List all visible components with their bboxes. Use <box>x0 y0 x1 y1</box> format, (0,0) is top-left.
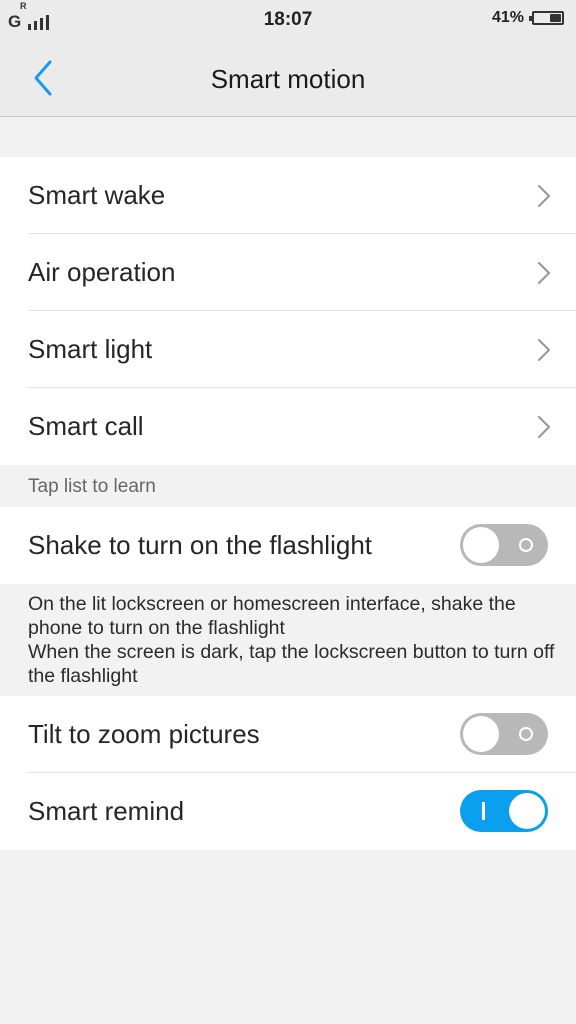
smart-remind-label: Smart remind <box>28 796 185 826</box>
menu-item-smart-call[interactable]: Smart call <box>0 388 576 465</box>
flashlight-label: Shake to turn on the flashlight <box>28 530 373 560</box>
chevron-right-icon <box>537 261 551 285</box>
battery-percent: 41% <box>491 9 524 26</box>
page-title: Smart motion <box>210 64 366 94</box>
section-hint: Tap list to learn <box>28 476 156 497</box>
tilt-zoom-label: Tilt to zoom pictures <box>28 719 260 749</box>
menu-item-air-operation[interactable]: Air operation <box>0 234 576 311</box>
toggle-knob <box>463 527 499 563</box>
status-time: 18:07 <box>263 9 313 30</box>
battery-icon <box>529 11 564 25</box>
toggle-knob <box>463 716 499 752</box>
menu-item-smart-light[interactable]: Smart light <box>0 311 576 388</box>
toggle-mark-icon <box>519 538 533 552</box>
flashlight-toggle[interactable] <box>460 524 548 566</box>
menu-item-label: Smart call <box>28 411 144 441</box>
flashlight-description: On the lit lockscreen or homescreen inte… <box>28 593 555 687</box>
battery-fill <box>550 14 561 22</box>
menu-item-label: Smart light <box>28 334 153 364</box>
flashlight-setting: Shake to turn on the flashlight <box>0 507 576 584</box>
title-bar: Smart motion <box>0 40 576 117</box>
battery-status: 41% <box>492 9 564 27</box>
flashlight-row[interactable]: Shake to turn on the flashlight <box>0 507 576 584</box>
menu-item-label: Smart wake <box>28 180 166 210</box>
tilt-zoom-row[interactable]: Tilt to zoom pictures <box>0 696 576 773</box>
tilt-zoom-toggle[interactable] <box>460 713 548 755</box>
toggle-knob <box>509 793 545 829</box>
smart-remind-toggle[interactable] <box>460 790 548 832</box>
smart-motion-menu: Smart wake Air operation Smart light Sma… <box>0 157 576 465</box>
toggle-mark-icon <box>519 727 533 741</box>
toggle-mark-icon <box>482 802 485 820</box>
smart-remind-row[interactable]: Smart remind <box>0 773 576 850</box>
menu-item-label: Air operation <box>28 257 176 287</box>
motion-toggles: Tilt to zoom pictures Smart remind <box>0 696 576 850</box>
chevron-right-icon <box>537 338 551 362</box>
chevron-right-icon <box>537 415 551 439</box>
chevron-right-icon <box>537 184 551 208</box>
menu-item-smart-wake[interactable]: Smart wake <box>0 157 576 234</box>
status-bar: G R 18:07 41% <box>0 0 576 40</box>
